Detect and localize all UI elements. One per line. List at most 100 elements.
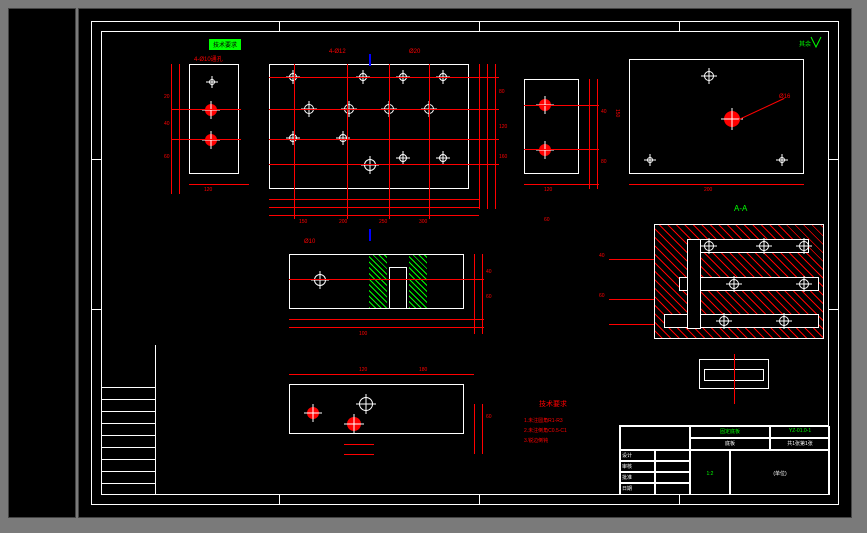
hole xyxy=(339,134,347,142)
dim: 40 xyxy=(164,121,170,127)
view3-outline xyxy=(524,79,579,174)
section-arrow xyxy=(369,54,371,66)
dim: 150 xyxy=(299,219,307,225)
dim-line xyxy=(344,454,374,455)
tick xyxy=(479,21,480,31)
dim-line xyxy=(474,254,475,334)
dim: 300 xyxy=(419,219,427,225)
callout: Ø20 xyxy=(409,49,420,55)
dim-line xyxy=(269,164,499,165)
dim-line xyxy=(269,207,479,208)
notes-heading: 技术要求 xyxy=(539,399,567,409)
hole xyxy=(647,157,653,163)
dim-line xyxy=(269,215,479,216)
dim: 60 xyxy=(599,293,605,299)
hole xyxy=(439,154,447,162)
dim: 80 xyxy=(499,89,505,95)
view1-small-hole xyxy=(209,79,215,85)
dim: 60 xyxy=(486,294,492,300)
dim-line xyxy=(171,109,241,110)
hole xyxy=(704,241,714,251)
dim: 60 xyxy=(164,154,170,160)
hole xyxy=(399,154,407,162)
tick xyxy=(679,21,680,31)
dim-line xyxy=(495,64,496,209)
hole xyxy=(289,134,297,142)
channel-vert xyxy=(687,239,701,329)
title-block: 固定底板 底板 YZ-01.0-1 共1张第1张 设计 审核 批准 日期 1:2… xyxy=(619,425,829,495)
dim-line xyxy=(524,149,599,150)
dim: 40 xyxy=(601,109,607,115)
dim-line xyxy=(524,184,599,185)
dim: 150 xyxy=(614,109,620,117)
leader xyxy=(609,324,654,325)
dim: 60 xyxy=(544,217,550,223)
rev-list xyxy=(101,345,156,495)
dim: 20 xyxy=(164,94,170,100)
tick xyxy=(91,159,101,160)
slot xyxy=(389,267,407,309)
dim-line xyxy=(482,254,483,334)
dim-line xyxy=(269,109,499,110)
dim-line xyxy=(171,139,241,140)
tb-chk: 审核 xyxy=(620,461,655,472)
dim-line xyxy=(289,374,474,375)
section-arrow xyxy=(369,229,371,241)
cad-drawing-canvas[interactable]: 技术要求 其余 20 40 60 120 4-Ø10通孔 150 200 250… xyxy=(78,8,852,518)
hatch xyxy=(409,255,427,308)
hole xyxy=(729,279,739,289)
tick xyxy=(829,309,839,310)
dim-line xyxy=(474,404,475,454)
note: 1.未注圆角R1-R3 xyxy=(524,417,563,424)
tb-scale: 1:2 xyxy=(690,450,730,495)
tick xyxy=(279,495,280,505)
hole xyxy=(314,274,326,286)
dim-line xyxy=(389,64,390,219)
dim-line xyxy=(597,79,598,189)
tb-des: 设计 xyxy=(620,450,655,461)
hole xyxy=(799,279,809,289)
hole xyxy=(799,241,809,251)
hole-main xyxy=(724,111,740,127)
tb-apr: 批准 xyxy=(620,472,655,483)
dim: 120 xyxy=(499,124,507,130)
drawing-tag: 技术要求 xyxy=(209,39,241,50)
tick xyxy=(279,21,280,31)
hole xyxy=(779,316,789,326)
leader xyxy=(609,299,654,300)
dim-line xyxy=(269,139,499,140)
dim-line xyxy=(269,77,499,78)
note: 3.锐边倒钝 xyxy=(524,437,548,444)
tb-date: 日期 xyxy=(620,483,655,495)
tb-mat: 底板 xyxy=(690,438,770,450)
tb-name: 固定底板 xyxy=(690,426,770,438)
hatch xyxy=(369,255,387,308)
dim-line xyxy=(289,319,484,320)
callout: 4-Ø12 xyxy=(329,49,346,55)
tb-sheet: 共1张第1张 xyxy=(770,438,830,450)
dim: 120 xyxy=(204,187,212,193)
dim-line xyxy=(487,64,488,209)
dim: 160 xyxy=(499,154,507,160)
dim-line xyxy=(589,79,590,189)
dim: 250 xyxy=(379,219,387,225)
hole xyxy=(539,144,551,156)
hole xyxy=(779,157,785,163)
view1-hole xyxy=(205,104,217,116)
dim-line xyxy=(524,105,599,106)
tb-dwgno: YZ-01.0-1 xyxy=(770,426,830,438)
dim: 40 xyxy=(486,269,492,275)
dim: 80 xyxy=(601,159,607,165)
hole xyxy=(359,397,373,411)
hole xyxy=(364,159,376,171)
dim-line xyxy=(294,64,295,219)
dim: 40 xyxy=(599,253,605,259)
tick xyxy=(91,309,101,310)
dim-line xyxy=(482,404,483,454)
callout: 4-Ø10通孔 xyxy=(194,54,223,63)
dim: 100 xyxy=(359,331,367,337)
dim: 60 xyxy=(486,414,492,420)
dim: 200 xyxy=(704,187,712,193)
dim-line xyxy=(479,64,480,209)
dim-line xyxy=(629,184,804,185)
